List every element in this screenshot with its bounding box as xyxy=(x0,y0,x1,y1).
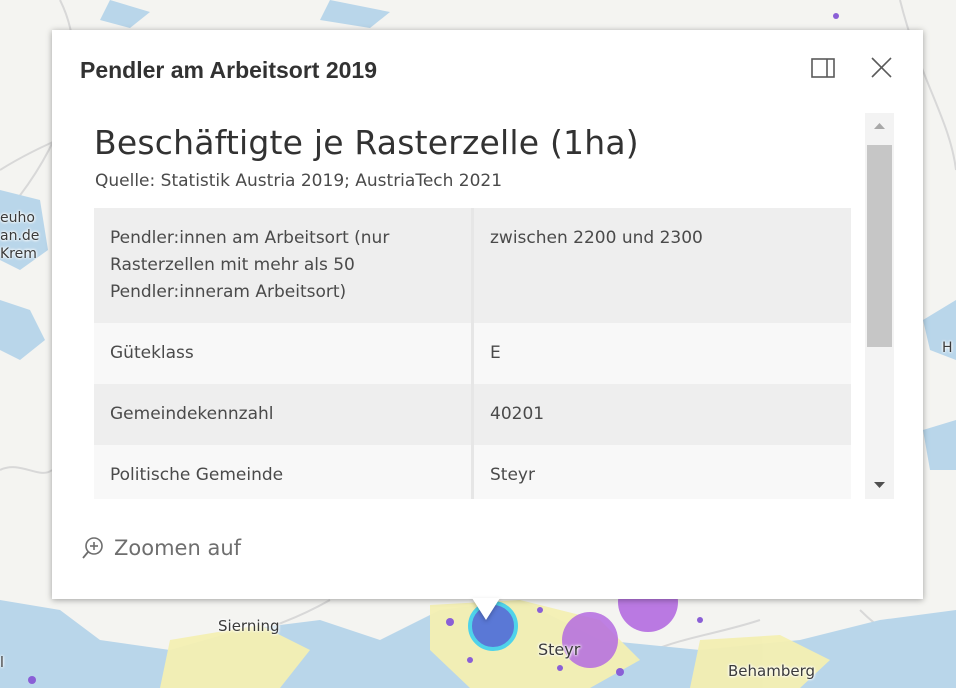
map-label-fragment: l xyxy=(0,655,4,671)
caret-up-icon xyxy=(874,123,885,129)
scrollbar[interactable] xyxy=(865,113,894,499)
map-label-sierning: Sierning xyxy=(218,617,280,635)
scroll-up-button[interactable] xyxy=(865,113,894,141)
close-button[interactable] xyxy=(866,54,896,84)
map-label-steyr: Steyr xyxy=(538,640,581,659)
content-heading: Beschäftigte je Rasterzelle (1ha) xyxy=(94,123,639,162)
attribute-value: zwischen 2200 und 2300 xyxy=(472,208,851,323)
caret-down-icon xyxy=(874,482,885,488)
table-row: Pendler:innen am Arbeitsort (nur Rasterz… xyxy=(94,208,851,323)
map-label-fragment: euho xyxy=(0,210,35,226)
popup-content[interactable]: Beschäftigte je Rasterzelle (1ha) Quelle… xyxy=(94,113,851,499)
feature-popup: Pendler am Arbeitsort 2019 Beschäftigte … xyxy=(52,30,923,599)
attribute-table: Pendler:innen am Arbeitsort (nur Rasterz… xyxy=(94,208,851,499)
map-label-behamberg: Behamberg xyxy=(728,662,816,680)
map-label-fragment: an.de xyxy=(0,228,40,244)
attribute-value: 40201 xyxy=(472,384,851,445)
dock-panel-icon xyxy=(811,58,835,78)
zoom-to-label: Zoomen auf xyxy=(114,536,242,560)
map-label-fragment: Krem xyxy=(0,246,37,262)
attribute-label: Gemeindekennzahl xyxy=(94,384,474,445)
table-row: Gemeindekennzahl 40201 xyxy=(94,384,851,445)
scroll-down-button[interactable] xyxy=(865,471,894,499)
attribute-value: Steyr xyxy=(472,445,851,499)
attribute-label: Politische Gemeinde xyxy=(94,445,474,499)
attribute-value: E xyxy=(472,323,851,384)
popup-pointer xyxy=(472,598,500,620)
popup-title: Pendler am Arbeitsort 2019 xyxy=(80,57,377,83)
close-icon xyxy=(871,57,892,78)
zoom-in-icon xyxy=(82,537,103,559)
scrollbar-thumb[interactable] xyxy=(867,145,892,347)
zoom-to-button[interactable]: Zoomen auf xyxy=(82,533,241,563)
attribute-label: Güteklass xyxy=(94,323,474,384)
content-source: Quelle: Statistik Austria 2019; AustriaT… xyxy=(95,171,503,191)
map-label-fragment: H xyxy=(942,340,953,356)
attribute-label: Pendler:innen am Arbeitsort (nur Rasterz… xyxy=(94,208,474,323)
table-row: Güteklass E xyxy=(94,323,851,384)
dock-button[interactable] xyxy=(808,54,838,84)
table-row: Politische Gemeinde Steyr xyxy=(94,445,851,499)
